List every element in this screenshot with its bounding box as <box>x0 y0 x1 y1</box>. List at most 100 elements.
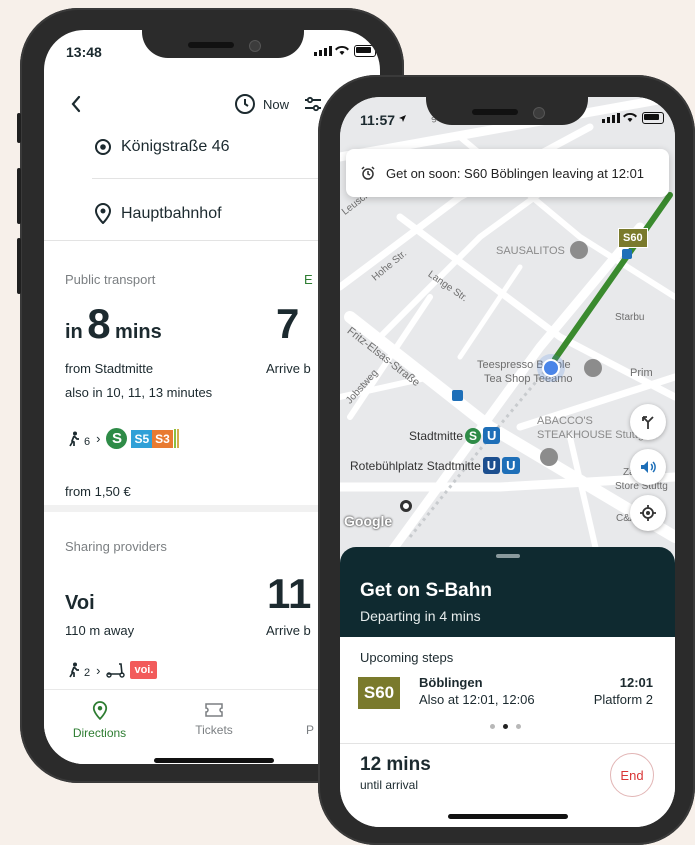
current-location-dot <box>542 359 560 377</box>
sharing-arrive-value: 11 <box>267 570 312 617</box>
poi-label: ABACCO'S <box>537 415 593 427</box>
trip-duration: 12 mins <box>360 754 431 775</box>
filter-icon[interactable] <box>304 96 322 112</box>
tab-label: Tickets <box>195 723 233 737</box>
location-arrow-icon <box>399 115 406 122</box>
bar-poi-icon <box>570 241 588 259</box>
status-time: 11:57 <box>360 112 396 128</box>
clock-icon[interactable] <box>234 93 256 115</box>
arrive-label: Arrive b <box>266 361 311 376</box>
sound-button[interactable] <box>630 449 666 485</box>
back-arrow-icon[interactable] <box>70 95 82 113</box>
home-indicator <box>154 758 274 763</box>
destination-pin-icon <box>94 203 112 224</box>
page-dots[interactable] <box>490 724 521 729</box>
ubahn-icon: U <box>502 457 520 474</box>
in-label: in <box>65 321 83 343</box>
route-overview-button[interactable] <box>630 404 666 440</box>
recenter-button[interactable] <box>630 495 666 531</box>
step-platform: Platform 2 <box>593 692 653 707</box>
departure-countdown[interactable]: in 8 mins <box>65 300 162 348</box>
walk-minutes: 6 <box>84 435 91 448</box>
section-title-public-transport: Public transport <box>65 272 156 287</box>
phone-1-notch <box>142 30 304 58</box>
status-time: 13:48 <box>66 44 102 60</box>
fork-arrow-icon <box>642 416 654 429</box>
tab-directions[interactable]: Directions <box>62 700 137 740</box>
provider-name[interactable]: Voi <box>65 592 95 615</box>
ubahn-icon: U <box>482 457 501 474</box>
walk-icon <box>69 662 79 678</box>
mute-switch <box>17 113 21 143</box>
home-indicator <box>448 814 568 819</box>
battery-icon <box>642 112 664 124</box>
volume-down-button <box>17 238 21 294</box>
locate-icon <box>640 505 656 521</box>
line-s5-badge: S5 <box>131 429 153 448</box>
scooter-icon <box>106 663 126 678</box>
poi-label: Prim <box>630 367 653 379</box>
battery-icon <box>354 45 376 57</box>
stop-label: Stadtmitte <box>409 428 464 443</box>
price: from 1,50 € <box>65 484 131 499</box>
divider <box>340 743 675 744</box>
origin-field[interactable]: Königstraße 46 <box>121 138 230 156</box>
speaker-icon <box>641 461 656 473</box>
volume-up-button <box>17 168 21 224</box>
cafe-poi-icon <box>584 359 602 377</box>
step-destination: Böblingen <box>419 675 483 690</box>
poi-label: SAUSALITOS <box>496 245 565 257</box>
end-trip-button[interactable]: End <box>610 753 654 797</box>
tab-more[interactable]: P <box>306 723 314 737</box>
sheet-header: Get on S-Bahn Departing in 4 mins <box>340 547 675 637</box>
from-stop: from Stadtmitte <box>65 361 154 376</box>
stop-label: Rotebühlplatz Stadtmitte <box>350 458 481 473</box>
origin-marker <box>400 500 412 512</box>
sheet-subtitle: Departing in 4 mins <box>360 608 481 624</box>
step-time: 12:01 <box>619 675 653 690</box>
rotebuehlplatz-stop[interactable]: Rotebühlplatz Stadtmitte U U <box>350 457 520 474</box>
walk-icon <box>69 431 79 446</box>
chevron-right-icon: › <box>96 431 101 446</box>
poi-label: Starbu <box>615 312 645 323</box>
walk-minutes: 2 <box>84 667 91 679</box>
time-selector-label[interactable]: Now <box>263 97 289 112</box>
poi-label: Tea Shop Teeamo <box>484 373 573 385</box>
phone-2-frame: Leuschnerstraße Hohe Str. Lange Str. Fri… <box>318 75 695 845</box>
signal-icon <box>314 46 332 56</box>
tab-label: Directions <box>72 726 127 740</box>
destination-field[interactable]: Hauptbahnhof <box>121 205 222 223</box>
ticket-icon <box>205 703 223 717</box>
restaurant-poi-icon <box>540 448 558 466</box>
trip-bottom-sheet[interactable]: Get on S-Bahn Departing in 4 mins Upcomi… <box>340 547 675 827</box>
bus-stop-icon <box>622 249 632 259</box>
notification-text: Get on soon: S60 Böblingen leaving at 12… <box>386 165 645 181</box>
sheet-title: Get on S-Bahn <box>360 580 492 601</box>
bus-stop-icon <box>452 390 463 401</box>
phone-2-screen: Leuschnerstraße Hohe Str. Lange Str. Fri… <box>340 97 675 827</box>
route-summary: 6 › S S5 S3 <box>68 428 179 449</box>
departure-notification[interactable]: Get on soon: S60 Böblingen leaving at 12… <box>346 149 669 197</box>
section-title-sharing: Sharing providers <box>65 539 167 554</box>
sharing-route-summary: 2 › voi. <box>68 661 158 679</box>
sheet-drag-handle[interactable] <box>496 554 520 558</box>
directions-pin-icon <box>92 701 107 721</box>
voi-brand-badge: voi. <box>130 661 158 679</box>
stadtmitte-stop[interactable]: Stadtmitte S U <box>409 427 501 444</box>
sheet-body: Upcoming steps S60 Böblingen Also at 12:… <box>340 637 675 827</box>
alarm-clock-icon <box>361 166 375 180</box>
trip-duration-sub: until arrival <box>360 778 419 792</box>
signal-icon <box>602 113 620 123</box>
sbahn-logo: S <box>106 428 128 449</box>
arrive-value: 7 <box>276 300 300 347</box>
line-badges: S5 S3 <box>131 429 179 448</box>
s60-line-badge: S60 <box>358 677 400 709</box>
wifi-icon <box>623 112 637 122</box>
google-logo: Google <box>344 513 393 529</box>
upcoming-steps-label: Upcoming steps <box>360 650 454 665</box>
also-in: also in 10, 11, 13 minutes <box>65 385 213 400</box>
chevron-right-icon: › <box>96 662 101 678</box>
section-link[interactable]: E <box>304 272 313 287</box>
tab-tickets[interactable]: Tickets <box>184 702 244 737</box>
step-also-at: Also at 12:01, 12:06 <box>419 692 535 707</box>
